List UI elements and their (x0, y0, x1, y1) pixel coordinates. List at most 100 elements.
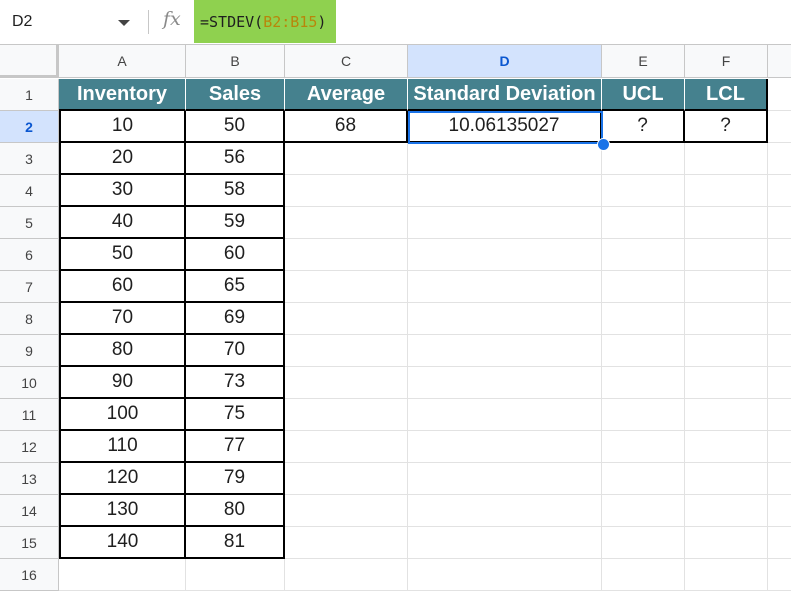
grid-cell[interactable] (186, 559, 285, 591)
cell-b10[interactable]: 73 (186, 367, 285, 399)
grid-cell[interactable] (602, 335, 685, 367)
fill-handle[interactable] (597, 138, 610, 151)
cell-b14[interactable]: 80 (186, 495, 285, 527)
row-header-9[interactable]: 9 (0, 335, 59, 367)
grid-cell[interactable] (285, 175, 408, 207)
grid-cell[interactable] (408, 175, 602, 207)
row-header-3[interactable]: 3 (0, 143, 59, 175)
grid-cell[interactable] (285, 335, 408, 367)
header-average[interactable]: Average (285, 79, 408, 111)
grid-cell[interactable] (408, 559, 602, 591)
header-inventory[interactable]: Inventory (59, 79, 186, 111)
grid-cell[interactable] (285, 271, 408, 303)
grid-cell[interactable] (768, 207, 791, 239)
cell-b2[interactable]: 50 (186, 111, 285, 143)
grid-cell[interactable] (685, 207, 768, 239)
grid-cell[interactable] (602, 559, 685, 591)
column-header-f[interactable]: F (685, 45, 768, 78)
cell-a9[interactable]: 80 (59, 335, 186, 367)
grid-cell[interactable] (285, 399, 408, 431)
cell-e2[interactable]: ? (602, 111, 685, 143)
column-header-b[interactable]: B (186, 45, 285, 78)
column-header-a[interactable]: A (59, 45, 186, 78)
grid-cell[interactable] (285, 239, 408, 271)
cell-c2[interactable]: 68 (285, 111, 408, 143)
cell-a2[interactable]: 10 (59, 111, 186, 143)
grid-cell[interactable] (768, 399, 791, 431)
grid-cell[interactable] (408, 207, 602, 239)
row-header-12[interactable]: 12 (0, 431, 59, 463)
grid-cell[interactable] (685, 303, 768, 335)
grid-cell[interactable] (685, 431, 768, 463)
cell-a15[interactable]: 140 (59, 527, 186, 559)
grid-cell[interactable] (602, 367, 685, 399)
grid-cell[interactable] (285, 367, 408, 399)
grid-cell[interactable] (768, 239, 791, 271)
grid-cell[interactable] (285, 207, 408, 239)
grid-cell[interactable] (768, 527, 791, 559)
row-header-11[interactable]: 11 (0, 399, 59, 431)
grid-cell[interactable] (768, 495, 791, 527)
grid-cell[interactable] (59, 559, 186, 591)
cell-a10[interactable]: 90 (59, 367, 186, 399)
grid-cell[interactable] (685, 271, 768, 303)
cell-a13[interactable]: 120 (59, 463, 186, 495)
grid-cell[interactable] (285, 143, 408, 175)
cell-b13[interactable]: 79 (186, 463, 285, 495)
grid-cell[interactable] (285, 495, 408, 527)
row-header-4[interactable]: 4 (0, 175, 59, 207)
cell-a14[interactable]: 130 (59, 495, 186, 527)
grid-cell[interactable] (408, 463, 602, 495)
column-header-e[interactable]: E (602, 45, 685, 78)
grid-cell[interactable] (602, 207, 685, 239)
grid-cell[interactable] (685, 239, 768, 271)
grid-cell[interactable] (768, 143, 791, 175)
grid-cell[interactable] (408, 335, 602, 367)
row-header-15[interactable]: 15 (0, 527, 59, 559)
cell-a5[interactable]: 40 (59, 207, 186, 239)
grid-cell[interactable] (768, 79, 791, 111)
header-ucl[interactable]: UCL (602, 79, 685, 111)
cell-a7[interactable]: 60 (59, 271, 186, 303)
cell-b3[interactable]: 56 (186, 143, 285, 175)
grid-cell[interactable] (602, 303, 685, 335)
cell-b5[interactable]: 59 (186, 207, 285, 239)
grid-cell[interactable] (685, 335, 768, 367)
grid-cell[interactable] (768, 559, 791, 591)
column-header-d[interactable]: D (408, 45, 602, 78)
grid-cell[interactable] (602, 143, 685, 175)
grid-cell[interactable] (408, 367, 602, 399)
grid-cell[interactable] (408, 239, 602, 271)
grid-cell[interactable] (768, 271, 791, 303)
grid-cell[interactable] (768, 367, 791, 399)
row-header-2[interactable]: 2 (0, 111, 59, 143)
grid-cell[interactable] (602, 239, 685, 271)
cell-d2[interactable]: 10.06135027 (408, 111, 602, 143)
grid-cell[interactable] (408, 271, 602, 303)
grid-cell[interactable] (408, 431, 602, 463)
grid-cell[interactable] (768, 463, 791, 495)
grid-cell[interactable] (685, 399, 768, 431)
row-header-14[interactable]: 14 (0, 495, 59, 527)
row-header-10[interactable]: 10 (0, 367, 59, 399)
header-sales[interactable]: Sales (186, 79, 285, 111)
grid-cell[interactable] (408, 399, 602, 431)
cell-b7[interactable]: 65 (186, 271, 285, 303)
cell-b6[interactable]: 60 (186, 239, 285, 271)
grid-cell[interactable] (685, 527, 768, 559)
grid-cell[interactable] (685, 175, 768, 207)
column-header-c[interactable]: C (285, 45, 408, 78)
grid-cell[interactable] (685, 367, 768, 399)
grid-cell[interactable] (408, 143, 602, 175)
grid-cell[interactable] (602, 271, 685, 303)
grid-cell[interactable] (285, 303, 408, 335)
grid-cell[interactable] (602, 399, 685, 431)
grid-cell[interactable] (408, 527, 602, 559)
grid-cell[interactable] (285, 431, 408, 463)
cell-a6[interactable]: 50 (59, 239, 186, 271)
cell-a4[interactable]: 30 (59, 175, 186, 207)
cell-a3[interactable]: 20 (59, 143, 186, 175)
row-header-16[interactable]: 16 (0, 559, 59, 591)
chevron-down-icon[interactable] (118, 20, 130, 26)
row-header-5[interactable]: 5 (0, 207, 59, 239)
